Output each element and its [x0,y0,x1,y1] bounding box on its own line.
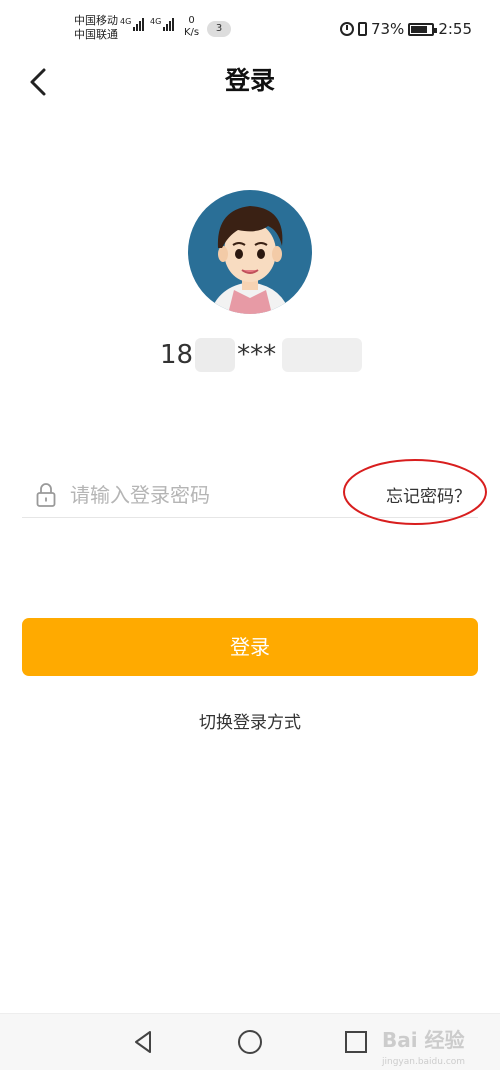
blurred-region [195,338,236,372]
password-input[interactable] [70,478,350,512]
cartoon-boy-avatar-icon [188,190,312,314]
signal-1-icon: 4G [120,18,145,31]
switch-login-method-link[interactable]: 切换登录方式 [0,708,500,733]
watermark: Bai 经验 jingyan.baidu.com [382,1024,465,1067]
notification-badge: 3 [207,21,231,37]
carrier-names: 中国移动 中国联通 [74,14,118,42]
triangle-back-icon[interactable] [130,1028,158,1056]
watermark-text: Bai 经验 [382,1028,465,1052]
login-button[interactable]: 登录 [22,618,478,676]
account-prefix: 18 [160,340,194,370]
clock: 2:55 [438,20,472,38]
status-bar: 中国移动 中国联通 4G 4G 0 K/s 3 73% 2:55 [0,0,500,60]
watermark-sub: jingyan.baidu.com [382,1057,466,1067]
forgot-password-link[interactable]: 忘记密码？ [386,482,471,507]
account-masked: *** [237,340,277,370]
avatar [188,190,312,314]
square-recent-icon[interactable] [342,1028,370,1056]
net-speed: 0 K/s [184,15,199,39]
password-row: 忘记密码？ [22,470,478,518]
net-speed-value: 0 [188,15,195,26]
signal-2-icon: 4G [150,18,175,31]
system-nav-bar: Bai 经验 jingyan.baidu.com [0,1013,500,1070]
battery-icon [408,22,438,36]
carrier-1: 中国移动 [74,14,118,27]
vibrate-icon [357,22,367,36]
carrier-2: 中国联通 [74,28,118,41]
account-number: 18 *** [160,335,363,375]
lock-icon [36,482,56,508]
page-title: 登录 [224,66,275,95]
alarm-icon [339,22,354,36]
circle-home-icon[interactable] [236,1028,264,1056]
status-right: 73% 2:55 [339,20,472,38]
net-speed-unit: K/s [184,27,200,38]
battery-percent: 73% [370,20,405,38]
blurred-region [282,338,363,372]
